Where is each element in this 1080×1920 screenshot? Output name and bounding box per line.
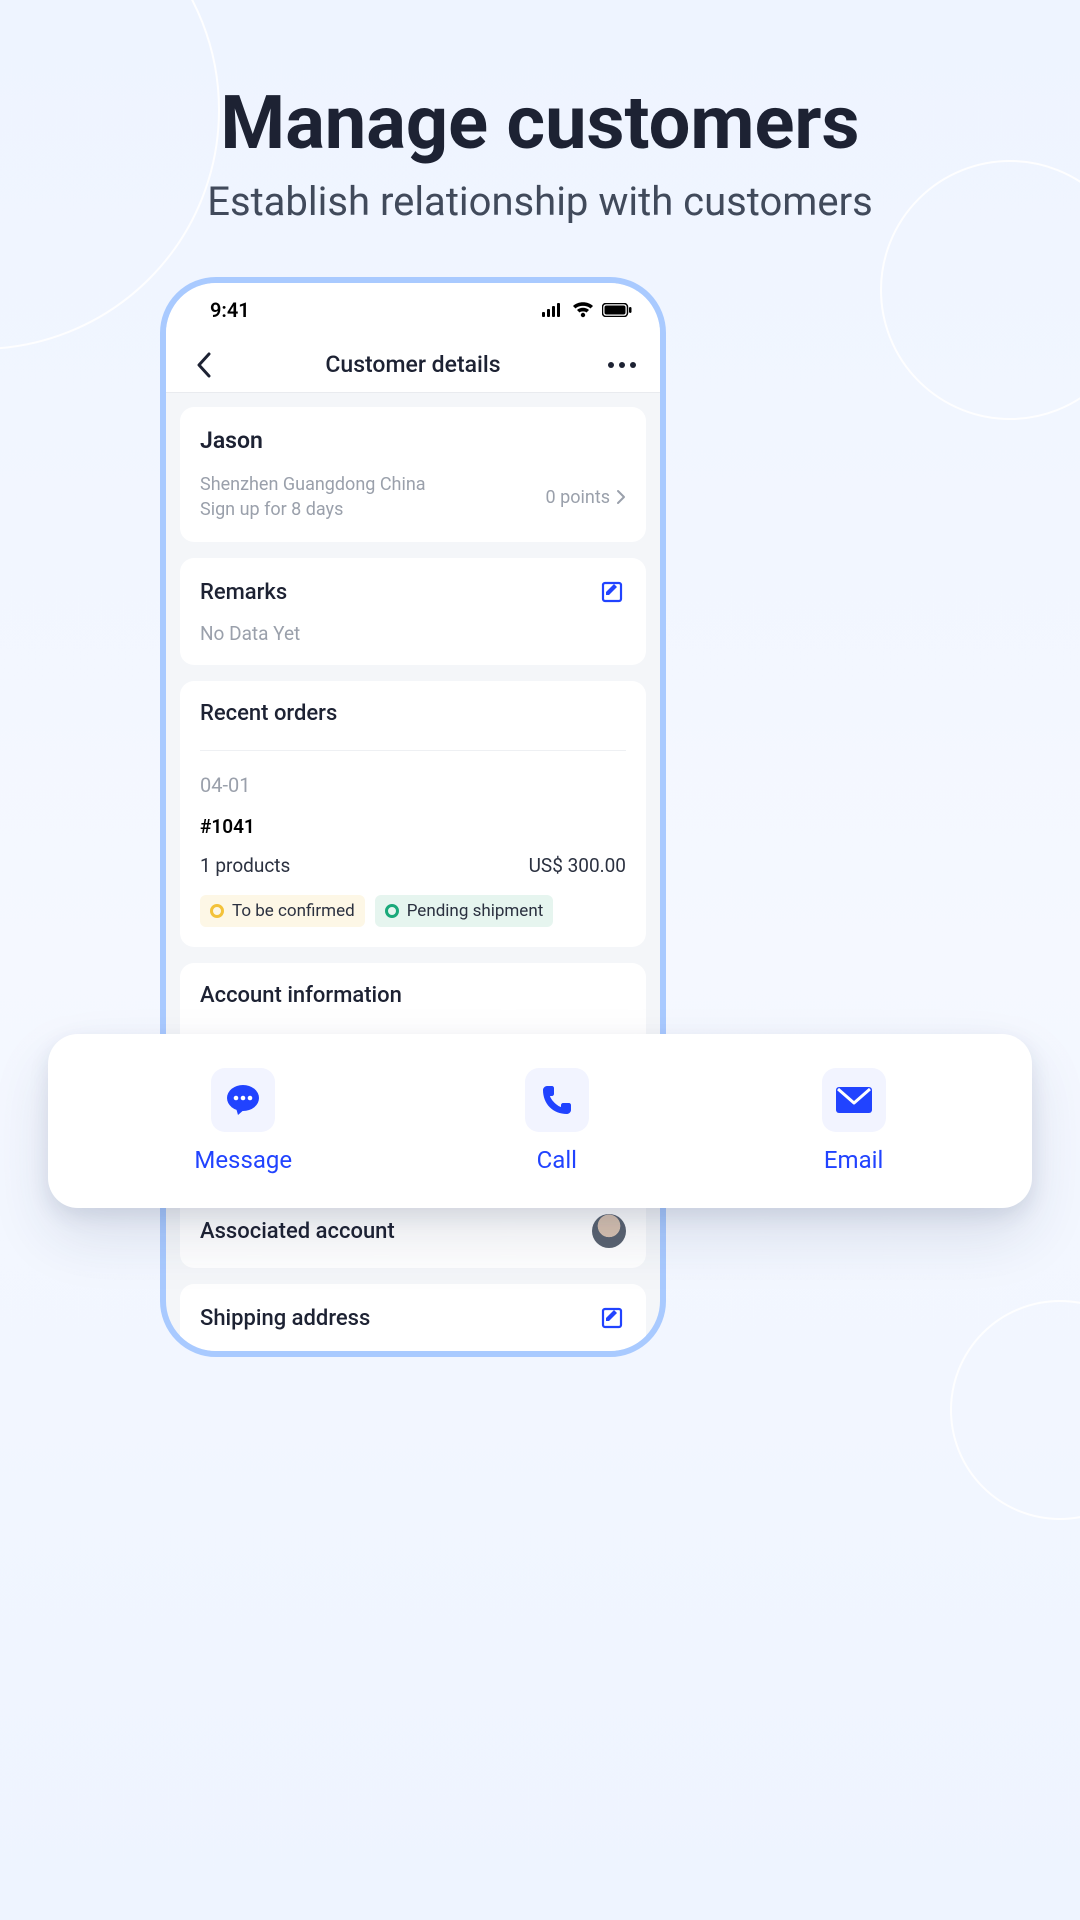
page-title: Customer details <box>325 351 500 378</box>
email-button[interactable]: Email <box>822 1068 886 1174</box>
status-time: 9:41 <box>210 298 250 322</box>
bg-circle <box>950 1300 1080 1520</box>
call-button[interactable]: Call <box>525 1068 589 1174</box>
chevron-left-icon <box>196 352 212 378</box>
recent-orders-card[interactable]: Recent orders 04-01 #1041 1 products US$… <box>180 681 646 947</box>
email-label: Email <box>824 1146 883 1174</box>
edit-shipping-button[interactable] <box>598 1304 626 1332</box>
hero-title: Manage customers <box>0 80 1080 167</box>
order-amount: US$ 300.00 <box>529 854 626 877</box>
associated-title: Associated account <box>200 1219 395 1244</box>
status-icons <box>542 302 632 318</box>
battery-icon <box>602 303 632 317</box>
customer-location: Shenzhen Guangdong China <box>200 472 426 497</box>
back-button[interactable] <box>186 347 222 383</box>
tag-label: To be confirmed <box>232 901 355 921</box>
email-icon <box>822 1068 886 1132</box>
tag-label: Pending shipment <box>407 901 544 921</box>
customer-meta: Shenzhen Guangdong China Sign up for 8 d… <box>200 472 426 522</box>
message-label: Message <box>194 1146 292 1174</box>
remarks-empty: No Data Yet <box>200 622 626 645</box>
customer-points[interactable]: 0 points <box>546 487 626 508</box>
order-products: 1 products <box>200 854 290 877</box>
points-label: 0 points <box>546 487 610 508</box>
shipping-title: Shipping address <box>200 1306 370 1331</box>
remarks-title: Remarks <box>200 580 287 605</box>
avatar <box>592 1214 626 1248</box>
order-date: 04-01 <box>200 773 626 797</box>
more-button[interactable] <box>604 347 640 383</box>
content: Jason Shenzhen Guangdong China Sign up f… <box>166 393 660 1357</box>
more-icon <box>608 362 636 368</box>
order-tags: To be confirmed Pending shipment <box>200 895 626 927</box>
shipping-address-card[interactable]: Shipping address Jason <box>180 1284 646 1357</box>
divider <box>200 750 626 751</box>
order-id: #1041 <box>200 815 626 838</box>
edit-icon <box>600 1306 624 1330</box>
contact-panel: Message Call Email <box>48 1034 1032 1208</box>
customer-card[interactable]: Jason Shenzhen Guangdong China Sign up f… <box>180 407 646 542</box>
status-badge-confirm: To be confirmed <box>200 895 365 927</box>
remarks-card: Remarks No Data Yet <box>180 558 646 665</box>
status-badge-shipment: Pending shipment <box>375 895 554 927</box>
hero-subtitle: Establish relationship with customers <box>0 178 1080 225</box>
cellular-icon <box>542 303 564 317</box>
app-header: Customer details <box>166 337 660 393</box>
edit-remarks-button[interactable] <box>598 578 626 606</box>
recent-orders-title: Recent orders <box>200 701 626 726</box>
chevron-right-icon <box>616 489 626 505</box>
dot-icon <box>210 904 224 918</box>
call-label: Call <box>537 1146 577 1174</box>
dot-icon <box>385 904 399 918</box>
phone-icon <box>525 1068 589 1132</box>
message-icon <box>211 1068 275 1132</box>
edit-icon <box>600 580 624 604</box>
status-bar: 9:41 <box>166 283 660 337</box>
shipping-name: Jason <box>200 1350 626 1357</box>
message-button[interactable]: Message <box>194 1068 292 1174</box>
wifi-icon <box>572 302 594 318</box>
account-info-title: Account information <box>200 983 626 1008</box>
customer-name: Jason <box>200 427 626 454</box>
customer-signup: Sign up for 8 days <box>200 497 426 522</box>
